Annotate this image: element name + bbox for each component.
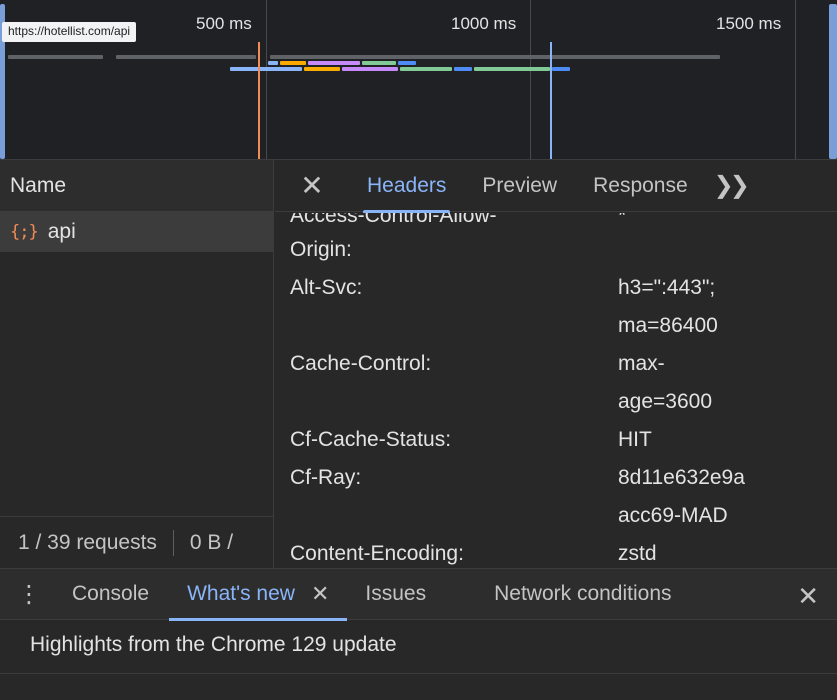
- tick-label-500: 500 ms: [196, 14, 252, 34]
- network-status-bar: 1 / 39 requests 0 B /: [0, 516, 274, 568]
- request-count: 1 / 39 requests: [0, 531, 157, 555]
- json-braces-icon: {;}: [10, 222, 38, 242]
- request-row-api[interactable]: {;} api: [0, 212, 273, 252]
- header-value: age=3600: [618, 383, 828, 421]
- network-overview[interactable]: 500 ms 1000 ms 1500 ms https://hotellist…: [0, 0, 837, 160]
- drawer-tab-issues[interactable]: Issues: [365, 568, 426, 620]
- header-name: Content-Encoding:: [290, 535, 590, 568]
- more-tabs-chevron-icon[interactable]: ❯❯: [706, 171, 746, 200]
- header-value: HIT: [618, 421, 828, 459]
- header-name: Alt-Svc:: [290, 269, 590, 307]
- header-value: *: [618, 213, 828, 235]
- waterfall-bar: [308, 61, 360, 65]
- header-value: ma=86400: [618, 307, 828, 345]
- close-detail-icon[interactable]: ✕: [275, 169, 349, 202]
- header-value: acc69-MAD: [618, 497, 828, 535]
- close-drawer-icon[interactable]: ✕: [797, 581, 819, 612]
- whats-new-heading: Highlights from the Chrome 129 update: [30, 633, 397, 657]
- header-name: Cf-Ray:: [290, 459, 590, 497]
- waterfall-bar: [8, 55, 103, 59]
- header-value: 8d11e632e9a: [618, 459, 828, 497]
- header-value: h3=":443";: [618, 269, 828, 307]
- waterfall-bar: [552, 67, 570, 71]
- dom-content-loaded-marker: [550, 42, 552, 160]
- waterfall-bar: [474, 67, 550, 71]
- overview-right-handle[interactable]: [829, 4, 837, 159]
- waterfall-bar: [116, 55, 256, 59]
- waterfall-bar: [270, 55, 720, 59]
- drawer-tab-whats-new[interactable]: What's new ✕: [169, 568, 347, 620]
- waterfall-bar: [398, 61, 416, 65]
- waterfall-bar: [342, 67, 398, 71]
- load-event-marker: [258, 42, 260, 160]
- name-column-header[interactable]: Name: [0, 160, 273, 212]
- tab-preview[interactable]: Preview: [464, 160, 575, 212]
- waterfall-bar: [304, 67, 340, 71]
- header-name: Cache-Control:: [290, 345, 590, 383]
- header-name: Cf-Cache-Status:: [290, 421, 590, 459]
- url-tooltip: https://hotellist.com/api: [2, 22, 136, 42]
- waterfall-bar: [454, 67, 472, 71]
- tab-headers[interactable]: Headers: [349, 160, 464, 212]
- drawer-tab-whats-new-label: What's new: [187, 582, 295, 606]
- close-whats-new-icon[interactable]: ✕: [311, 581, 329, 607]
- status-divider: [173, 530, 174, 556]
- headers-view[interactable]: Access-Control-Allow- * Origin: Alt-Svc:…: [275, 213, 837, 568]
- grid-line-1000: [530, 0, 531, 160]
- waterfall-bar: [400, 67, 452, 71]
- drawer-divider: [0, 673, 837, 674]
- grid-line-1500: [795, 0, 796, 160]
- request-name: api: [48, 220, 76, 244]
- tick-label-1000: 1000 ms: [451, 14, 516, 34]
- drawer-tab-console[interactable]: Console: [72, 568, 149, 620]
- more-options-kebab-icon[interactable]: ⋮: [0, 580, 58, 609]
- detail-tabbar: ✕ Headers Preview Response ❯❯: [275, 160, 837, 212]
- tab-response[interactable]: Response: [575, 160, 706, 212]
- transferred-size: 0 B /: [190, 531, 233, 555]
- drawer-tab-network-conditions[interactable]: Network conditions: [494, 568, 671, 620]
- request-list: Name {;} api 1 / 39 requests 0 B /: [0, 160, 274, 568]
- waterfall-bar: [230, 67, 302, 71]
- drawer-tabbar: ⋮ Console What's new ✕ Issues Network co…: [0, 568, 837, 620]
- waterfall-bar: [280, 61, 306, 65]
- tick-label-1500: 1500 ms: [716, 14, 781, 34]
- request-detail-panel: ✕ Headers Preview Response ❯❯ Access-Con…: [275, 160, 837, 568]
- waterfall-bar: [268, 61, 278, 65]
- header-name: Origin:: [290, 231, 590, 269]
- whats-new-panel: Highlights from the Chrome 129 update: [0, 621, 837, 700]
- grid-line-500: [266, 0, 267, 160]
- waterfall-bar: [362, 61, 396, 65]
- header-value: zstd: [618, 535, 828, 568]
- header-value: max-: [618, 345, 828, 383]
